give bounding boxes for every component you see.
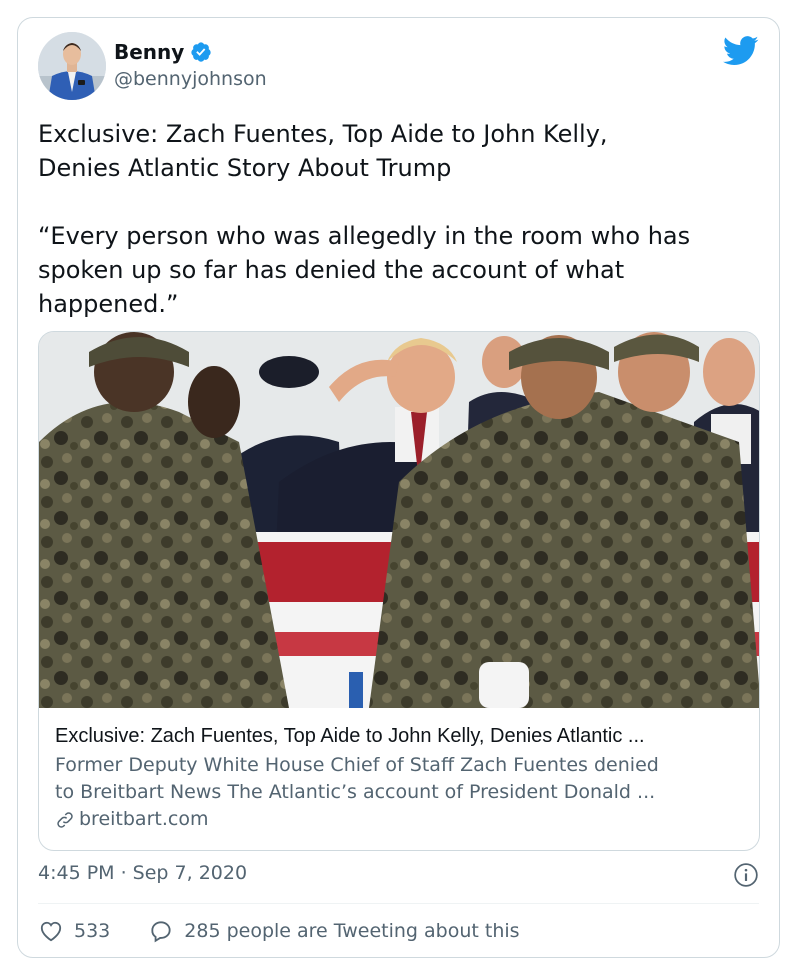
link-title[interactable]: Exclusive: Zach Fuentes, Top Aide to Joh… — [55, 722, 743, 750]
link-description: Former Deputy White House Chief of Staff… — [55, 754, 659, 803]
divider — [38, 903, 759, 904]
reply-bubble-icon — [151, 921, 171, 943]
heart-icon — [40, 921, 62, 942]
link-domain-text: breitbart.com — [79, 808, 209, 830]
tweet-timestamp[interactable]: 4:45 PM · Sep 7, 2020 — [38, 862, 247, 884]
tweet-text: Exclusive: Zach Fuentes, Top Aide to Joh… — [38, 120, 691, 318]
verified-badge-icon — [191, 42, 211, 62]
tweet-card: Benny @bennyjohnson Exclusive: Zach Fuen… — [17, 17, 780, 958]
author-name[interactable]: Benny — [114, 40, 184, 64]
conversation-label: 285 people are Tweeting about this — [184, 920, 520, 942]
link-preview-card[interactable]: Exclusive: Zach Fuentes, Top Aide to Joh… — [38, 331, 760, 851]
link-domain[interactable]: breitbart.com — [55, 806, 743, 833]
twitter-bird-icon[interactable] — [723, 36, 759, 66]
author-handle[interactable]: @bennyjohnson — [114, 68, 267, 90]
info-icon[interactable] — [733, 862, 759, 888]
news-photo — [39, 332, 759, 708]
author-avatar[interactable] — [38, 32, 106, 100]
like-count: 533 — [74, 920, 111, 942]
link-icon — [57, 811, 73, 828]
conversation-button[interactable]: 285 people are Tweeting about this — [148, 918, 520, 944]
like-button[interactable]: 533 — [38, 918, 110, 944]
tweet-actions: 533 285 people are Tweeting about this — [38, 918, 520, 944]
